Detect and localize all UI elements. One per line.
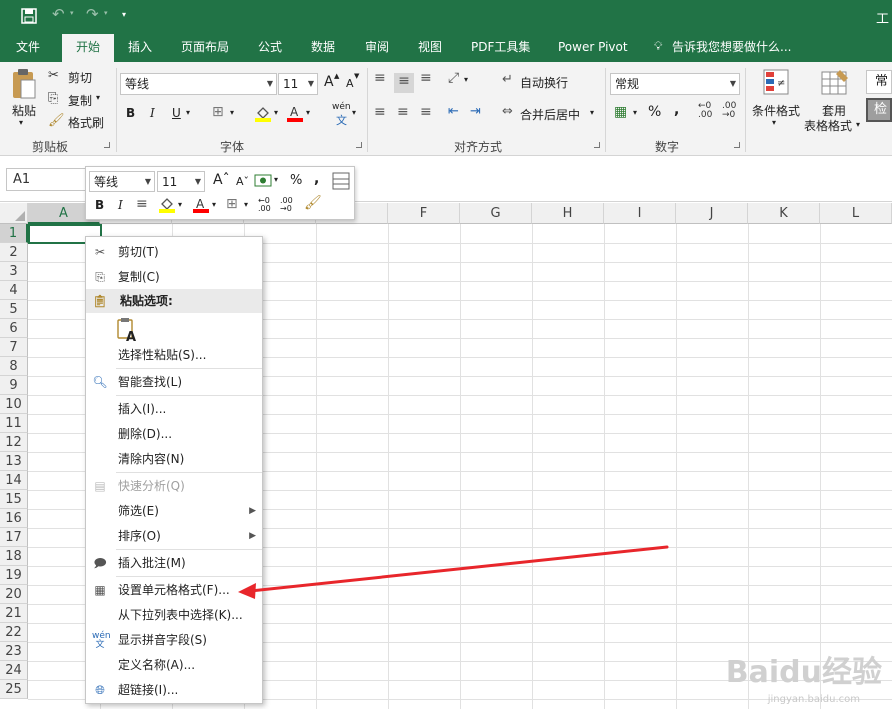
watermark-url: jingyan.baidu.com [768,694,860,705]
annotation-arrow [238,545,669,599]
watermark-url-text: jingyan.baidu.com [767,694,860,705]
watermark-logo-text: Baidu经验 [725,655,882,690]
watermark-logo: Baidu经验 [726,647,882,691]
